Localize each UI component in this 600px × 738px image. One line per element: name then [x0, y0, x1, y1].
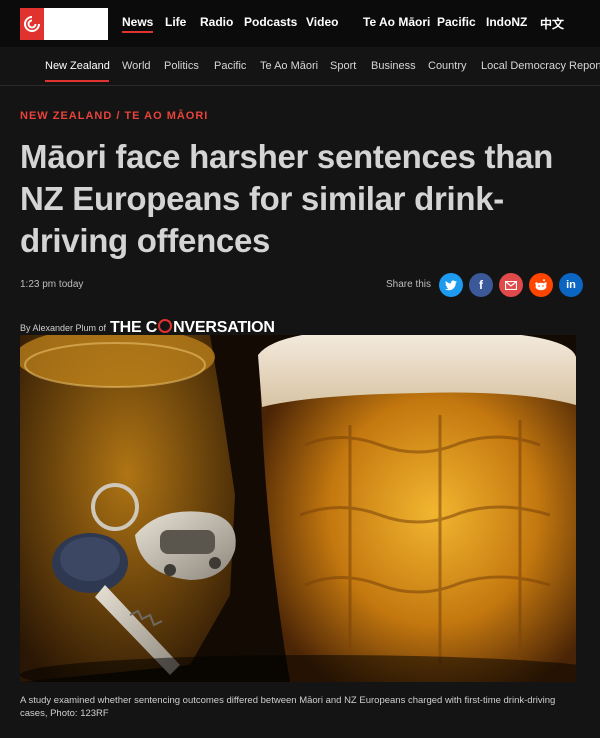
nav-life[interactable]: Life — [165, 15, 186, 29]
nav-indonz[interactable]: IndoNZ — [486, 15, 527, 29]
nav-radio[interactable]: Radio — [200, 15, 233, 29]
publisher-o-icon — [158, 319, 173, 333]
subnav-country[interactable]: Country — [428, 60, 467, 72]
nav-news[interactable]: News — [122, 15, 154, 33]
reddit-icon[interactable] — [529, 273, 553, 297]
nav-podcasts[interactable]: Podcasts — [244, 15, 297, 29]
publish-time: 1:23 pm today — [20, 279, 84, 290]
rnz-logo-icon[interactable] — [20, 8, 44, 40]
subnav-world[interactable]: World — [122, 60, 151, 72]
logo-wordmark[interactable] — [44, 8, 108, 40]
byline-author: By Alexander Plum of — [20, 323, 107, 333]
subnav-business[interactable]: Business — [371, 60, 416, 72]
nav-pacific[interactable]: Pacific — [437, 15, 476, 29]
publisher-name-part1: THE C — [110, 319, 158, 336]
top-header: News Life Radio Podcasts Video Te Ao Māo… — [0, 0, 600, 47]
twitter-icon[interactable] — [439, 273, 463, 297]
section-nav: New Zealand World Politics Pacific Te Ao… — [0, 47, 600, 86]
active-tab-indicator — [45, 80, 109, 82]
subnav-local-democracy[interactable]: Local Democracy Reporting — [481, 60, 600, 72]
share-label: Share this — [386, 279, 432, 290]
subnav-te-ao-maori[interactable]: Te Ao Māori — [260, 60, 318, 72]
article-headline: Māori face harsher sentences than NZ Eur… — [20, 138, 553, 259]
nav-video[interactable]: Video — [306, 15, 338, 29]
subnav-sport[interactable]: Sport — [330, 60, 356, 72]
linkedin-icon[interactable]: in — [559, 273, 583, 297]
subnav-pacific[interactable]: Pacific — [214, 60, 246, 72]
share-buttons: f in — [439, 273, 583, 297]
subnav-politics[interactable]: Politics — [164, 60, 199, 72]
facebook-icon[interactable]: f — [469, 273, 493, 297]
nav-chinese[interactable]: 中文 — [540, 15, 564, 32]
nav-te-ao-maori[interactable]: Te Ao Māori — [363, 15, 430, 29]
publisher-name-part2: NVERSATION — [173, 319, 275, 336]
email-icon[interactable] — [499, 273, 523, 297]
section-label[interactable]: NEW ZEALAND / TE AO MĀORI — [20, 110, 208, 122]
article-photo — [20, 335, 576, 682]
photo-caption: A study examined whether sentencing outc… — [20, 695, 556, 719]
subnav-new-zealand[interactable]: New Zealand — [45, 60, 110, 72]
